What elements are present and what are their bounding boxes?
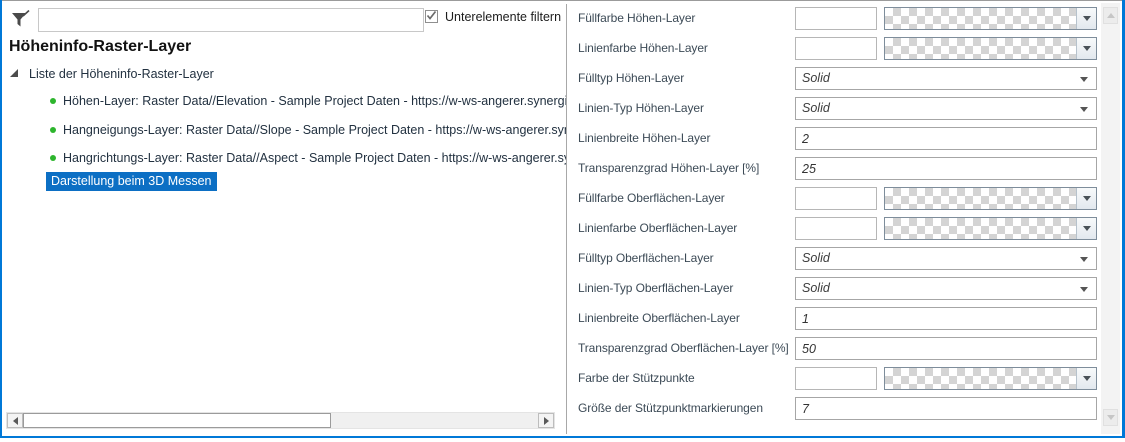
dropdown-value: Solid [802,71,830,85]
color-value-input[interactable] [795,187,877,210]
tree-item-hangneigungs-layer[interactable]: Hangneigungs-Layer: Raster Data//Slope -… [50,122,566,138]
color-picker-dropdown[interactable] [884,367,1097,390]
property-label: Größe der Stützpunktmarkierungen [578,401,763,415]
page-title: Höheninfo-Raster-Layer [9,38,191,56]
tree-item-label: Höhen-Layer: Raster Data//Elevation - Sa… [63,94,566,108]
dropdown-value: Solid [802,251,830,265]
tree-item-hoehen-layer[interactable]: Höhen-Layer: Raster Data//Elevation - Sa… [50,93,566,109]
chevron-down-icon [1083,226,1091,231]
chevron-down-icon [1080,107,1088,112]
vertical-scrollbar[interactable] [1101,3,1120,434]
status-dot-icon [50,127,56,133]
transparency-input[interactable] [795,337,1097,360]
property-label: Farbe der Stützpunkte [578,371,695,385]
color-picker-dropdown[interactable] [884,37,1097,60]
chevron-down-icon [1083,16,1091,21]
arrow-left-icon [13,417,18,425]
dropdown-arrow-box[interactable] [1076,218,1096,239]
properties-panel: Füllfarbe Höhen-Layer Linienfarbe Höhen-… [567,1,1101,435]
property-label: Füllfarbe Höhen-Layer [578,11,695,25]
property-label: Linienbreite Oberflächen-Layer [578,311,740,325]
tree-root-node[interactable]: Liste der Höheninfo-Raster-Layer [10,65,214,83]
status-dot-icon [50,155,56,161]
filter-search-input[interactable] [38,8,424,32]
dropdown-value: Solid [802,281,830,295]
property-label: Linienbreite Höhen-Layer [578,131,710,145]
scroll-right-button[interactable] [538,413,554,428]
line-width-input[interactable] [795,307,1097,330]
line-type-dropdown[interactable]: Solid [795,277,1097,300]
property-label: Transparenzgrad Oberflächen-Layer [%] [578,341,789,355]
chevron-down-icon [1080,287,1088,292]
subelements-filter-label: Unterelemente filtern [445,10,561,24]
color-value-input[interactable] [795,7,877,30]
fill-type-dropdown[interactable]: Solid [795,67,1097,90]
color-picker-dropdown[interactable] [884,217,1097,240]
checkmark-icon [426,8,437,26]
line-width-input[interactable] [795,127,1097,150]
property-row: Linienfarbe Höhen-Layer [567,37,1101,61]
scroll-left-button[interactable] [7,413,23,428]
property-row: Linien-Typ Oberflächen-Layer Solid [567,277,1101,301]
subelements-filter-checkbox[interactable] [425,10,438,23]
tree-root-label: Liste der Höheninfo-Raster-Layer [29,67,214,81]
property-row: Transparenzgrad Oberflächen-Layer [%] [567,337,1101,361]
properties-window: Unterelemente filtern Höheninfo-Raster-L… [0,0,1125,442]
property-label: Linien-Typ Oberflächen-Layer [578,281,733,295]
tree-item-darstellung-3d-selected[interactable]: Darstellung beim 3D Messen [46,172,217,191]
property-label: Linien-Typ Höhen-Layer [578,101,704,115]
property-label: Linienfarbe Oberflächen-Layer [578,221,737,235]
dropdown-value: Solid [802,101,830,115]
property-row: Fülltyp Höhen-Layer Solid [567,67,1101,91]
property-row: Linien-Typ Höhen-Layer Solid [567,97,1101,121]
funnel-filter-icon [10,10,32,37]
property-row: Fülltyp Oberflächen-Layer Solid [567,247,1101,271]
property-row: Füllfarbe Höhen-Layer [567,7,1101,31]
property-row: Größe der Stützpunktmarkierungen [567,397,1101,421]
marker-size-input[interactable] [795,397,1097,420]
tree-item-hangrichtungs-layer[interactable]: Hangrichtungs-Layer: Raster Data//Aspect… [50,150,566,166]
line-type-dropdown[interactable]: Solid [795,97,1097,120]
color-picker-dropdown[interactable] [884,7,1097,30]
tree-expander-icon[interactable] [10,65,19,83]
dropdown-arrow-box[interactable] [1076,368,1096,389]
chevron-down-icon [1083,376,1091,381]
window-border-bottom [0,436,1125,438]
fill-type-dropdown[interactable]: Solid [795,247,1097,270]
property-label: Transparenzgrad Höhen-Layer [%] [578,161,759,175]
chevron-down-icon [1083,196,1091,201]
scroll-down-button[interactable] [1103,409,1118,426]
property-row: Füllfarbe Oberflächen-Layer [567,187,1101,211]
horizontal-scrollbar-thumb[interactable] [23,413,331,428]
property-row: Transparenzgrad Höhen-Layer [%] [567,157,1101,181]
property-label: Füllfarbe Oberflächen-Layer [578,191,725,205]
status-dot-icon [50,98,56,104]
chevron-down-icon [1080,77,1088,82]
color-value-input[interactable] [795,37,877,60]
arrow-down-icon [1107,415,1115,420]
dropdown-arrow-box[interactable] [1076,8,1096,29]
arrow-right-icon [544,417,549,425]
color-value-input[interactable] [795,217,877,240]
color-picker-dropdown[interactable] [884,187,1097,210]
color-value-input[interactable] [795,367,877,390]
transparency-input[interactable] [795,157,1097,180]
tree-item-label: Hangneigungs-Layer: Raster Data//Slope -… [63,123,566,137]
tree-item-label: Hangrichtungs-Layer: Raster Data//Aspect… [63,151,566,165]
property-row: Linienbreite Oberflächen-Layer [567,307,1101,331]
dropdown-arrow-box[interactable] [1076,38,1096,59]
chevron-down-icon [1080,257,1088,262]
property-label: Linienfarbe Höhen-Layer [578,41,708,55]
layer-tree-panel: Unterelemente filtern Höheninfo-Raster-L… [2,1,566,435]
property-row: Linienfarbe Oberflächen-Layer [567,217,1101,241]
horizontal-scrollbar[interactable] [6,412,555,429]
property-row: Linienbreite Höhen-Layer [567,127,1101,151]
arrow-up-icon [1107,13,1115,18]
property-row: Farbe der Stützpunkte [567,367,1101,391]
scroll-up-button[interactable] [1103,7,1118,24]
property-label: Fülltyp Oberflächen-Layer [578,251,714,265]
chevron-down-icon [1083,46,1091,51]
property-label: Fülltyp Höhen-Layer [578,71,684,85]
dropdown-arrow-box[interactable] [1076,188,1096,209]
